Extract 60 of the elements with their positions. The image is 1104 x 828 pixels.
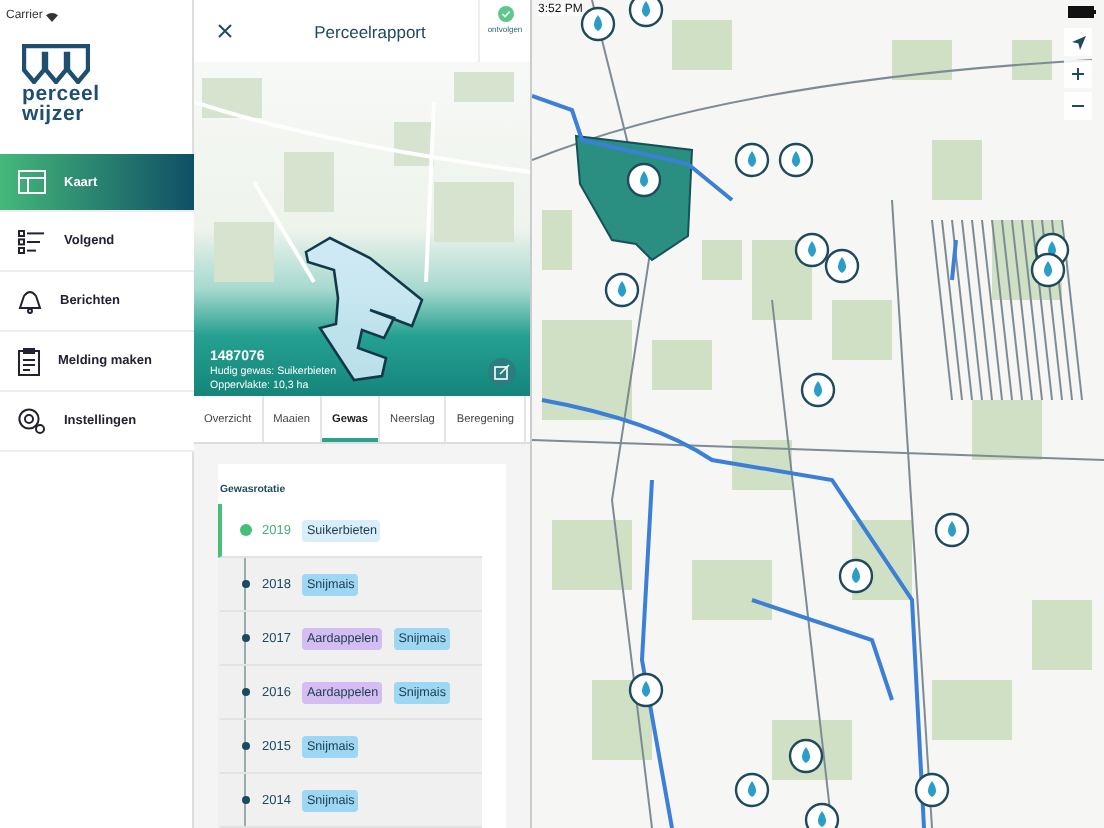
field-parcel[interactable] bbox=[1012, 40, 1052, 80]
logo-icon bbox=[22, 44, 90, 84]
edit-icon bbox=[494, 364, 510, 380]
field-parcel[interactable] bbox=[752, 240, 812, 320]
logo-text: perceel bbox=[22, 84, 100, 104]
field-parcel[interactable] bbox=[702, 240, 742, 280]
field-parcel[interactable] bbox=[832, 300, 892, 360]
location-arrow-icon bbox=[1071, 35, 1085, 49]
panel-title: Perceelrapport bbox=[312, 21, 428, 41]
timeline-dot bbox=[242, 796, 250, 804]
water-drop-marker-icon[interactable] bbox=[626, 162, 662, 198]
field-parcel[interactable] bbox=[972, 400, 1042, 460]
water-drop-marker-icon[interactable] bbox=[734, 772, 770, 808]
field-parcel[interactable] bbox=[652, 340, 712, 390]
field-parcel[interactable] bbox=[542, 320, 632, 420]
water-drop-marker-icon[interactable] bbox=[778, 142, 814, 178]
water-drop-marker-icon[interactable] bbox=[838, 558, 874, 594]
field-parcel[interactable] bbox=[552, 520, 632, 590]
water-drop-marker-icon[interactable] bbox=[628, 0, 664, 28]
battery-icon bbox=[1068, 6, 1096, 18]
check-circle-icon bbox=[497, 6, 513, 22]
water-drop-marker-icon[interactable] bbox=[794, 232, 830, 268]
water-drop-marker-icon[interactable] bbox=[604, 272, 640, 308]
water-drop-marker-icon[interactable] bbox=[788, 738, 824, 774]
waterway bbox=[950, 239, 958, 281]
list-icon bbox=[18, 229, 46, 253]
water-drop-marker-icon[interactable] bbox=[914, 772, 950, 808]
bell-icon bbox=[18, 289, 42, 313]
timeline-dot bbox=[242, 634, 250, 642]
field-parcel[interactable] bbox=[932, 680, 1012, 740]
timeline-dot bbox=[240, 524, 252, 536]
field-parcel[interactable] bbox=[932, 140, 982, 200]
water-drop-marker-icon[interactable] bbox=[800, 372, 836, 408]
field-parcel[interactable] bbox=[672, 20, 732, 70]
water-drop-marker-icon[interactable] bbox=[734, 142, 770, 178]
close-icon bbox=[217, 24, 231, 38]
selected-parcel[interactable] bbox=[574, 134, 694, 262]
settings-icon bbox=[18, 408, 46, 434]
water-drop-marker-icon[interactable] bbox=[580, 6, 616, 42]
water-drop-marker-icon[interactable] bbox=[1030, 252, 1066, 288]
edit-button[interactable] bbox=[488, 358, 516, 386]
wifi-icon bbox=[46, 11, 59, 21]
locate-button[interactable] bbox=[1064, 28, 1092, 56]
field-parcel[interactable] bbox=[542, 210, 572, 270]
timeline-dot bbox=[242, 688, 250, 696]
zoom-in-button[interactable] bbox=[1064, 60, 1092, 88]
water-drop-marker-icon[interactable] bbox=[628, 672, 664, 708]
clipboard-icon bbox=[18, 347, 40, 375]
zoom-out-button[interactable] bbox=[1064, 92, 1092, 120]
timeline-dot bbox=[242, 580, 250, 588]
timeline-dot bbox=[242, 742, 250, 750]
field-parcel[interactable] bbox=[892, 40, 952, 80]
water-drop-marker-icon[interactable] bbox=[934, 512, 970, 548]
water-drop-marker-icon[interactable] bbox=[824, 248, 860, 284]
logo-text: wijzer bbox=[22, 104, 84, 124]
map-icon bbox=[18, 170, 46, 194]
field-parcel[interactable] bbox=[692, 560, 772, 620]
water-drop-marker-icon[interactable] bbox=[804, 802, 840, 828]
zoom-in-icon bbox=[1072, 68, 1084, 80]
field-parcel[interactable] bbox=[1032, 600, 1092, 670]
